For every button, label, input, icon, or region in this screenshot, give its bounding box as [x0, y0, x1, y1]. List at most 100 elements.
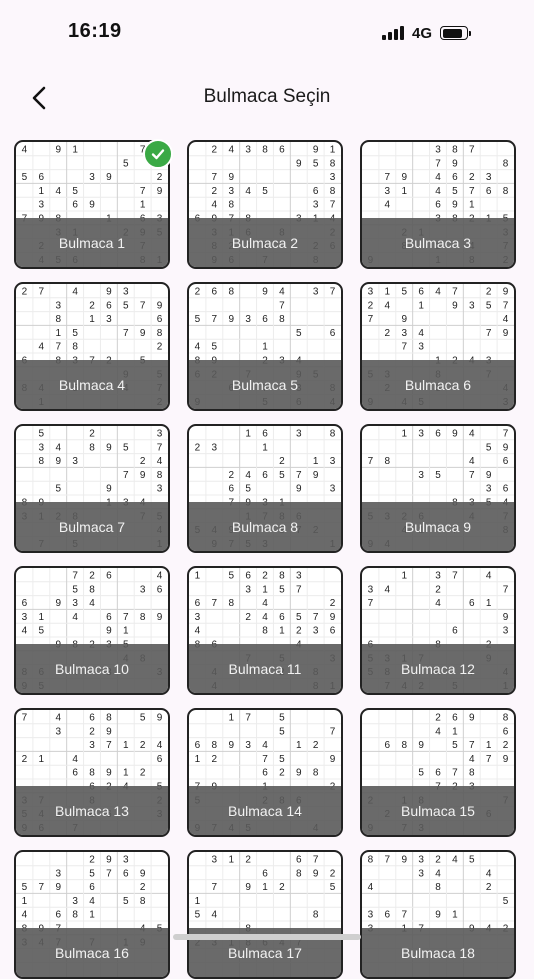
sudoku-digit: 5 — [296, 328, 302, 339]
sudoku-digit: 7 — [452, 571, 458, 582]
sudoku-digit: 2 — [212, 186, 218, 197]
sudoku-digit: 7 — [262, 754, 268, 765]
puzzle-card[interactable]: 7264583669343146789459198235488643395Bul… — [14, 566, 170, 695]
sudoku-digit: 7 — [123, 470, 129, 481]
sudoku-digit: 7 — [435, 158, 441, 169]
sudoku-digit: 8 — [330, 158, 336, 169]
sudoku-digit: 9 — [55, 882, 61, 893]
sudoku-digit: 4 — [503, 314, 509, 325]
sudoku-digit: 6 — [106, 300, 112, 311]
label-overlay — [16, 360, 168, 409]
sudoku-digit: 7 — [212, 882, 218, 893]
sudoku-digit: 4 — [55, 186, 61, 197]
sudoku-digit: 1 — [39, 186, 45, 197]
sudoku-digit: 4 — [195, 626, 201, 637]
sudoku-digit: 6 — [452, 713, 458, 724]
sudoku-digit: 3 — [245, 740, 251, 751]
sudoku-digit: 8 — [228, 287, 234, 298]
puzzle-card[interactable]: 2933576957962134584681897453477192Bulmac… — [14, 850, 170, 979]
puzzle-card[interactable]: 1562833157678423246579481236864753428481… — [187, 566, 343, 695]
sudoku-digit: 8 — [140, 896, 146, 907]
sudoku-digit: 1 — [262, 584, 268, 595]
sudoku-digit: 6 — [157, 584, 163, 595]
sudoku-digit: 4 — [262, 598, 268, 609]
label-overlay — [189, 786, 341, 835]
sudoku-digit: 8 — [401, 740, 407, 751]
sudoku-digit: 7 — [140, 186, 146, 197]
sudoku-digit: 3 — [368, 584, 374, 595]
sudoku-digit: 2 — [212, 145, 218, 156]
sudoku-digit: 4 — [157, 456, 163, 467]
puzzle-card[interactable]: 274933265798136157984782683725958454712B… — [14, 282, 170, 411]
puzzle-card[interactable]: 7468593293712421466891262453782543786396… — [14, 708, 170, 837]
sudoku-digit: 7 — [401, 342, 407, 353]
sudoku-digit: 9 — [55, 456, 61, 467]
sudoku-digit: 2 — [212, 754, 218, 765]
sudoku-digit: 9 — [296, 158, 302, 169]
sudoku-digit: 4 — [452, 855, 458, 866]
sudoku-digit: 4 — [435, 287, 441, 298]
sudoku-digit: 9 — [140, 868, 146, 879]
sudoku-digit: 4 — [486, 868, 492, 879]
sudoku-digit: 7 — [39, 882, 45, 893]
puzzle-card[interactable]: 3156472924193577942347973124353872349453… — [360, 282, 516, 411]
sudoku-digit: 2 — [22, 287, 28, 298]
sudoku-digit: 6 — [55, 910, 61, 921]
sudoku-digit: 5 — [195, 910, 201, 921]
puzzle-card[interactable]: 8793245344482536791317942Bulmaca 18 — [360, 850, 516, 979]
sudoku-digit: 3 — [245, 584, 251, 595]
puzzle-card[interactable]: 5233489578932479859389134312875734751Bul… — [14, 424, 170, 553]
sudoku-digit: 8 — [503, 713, 509, 724]
sudoku-digit: 1 — [296, 740, 302, 751]
sudoku-digit: 7 — [503, 300, 509, 311]
sudoku-digit: 4 — [212, 200, 218, 211]
sudoku-digit: 4 — [89, 896, 95, 907]
sudoku-digit: 2 — [22, 754, 28, 765]
sudoku-digit: 9 — [313, 145, 319, 156]
sudoku-digit: 9 — [228, 314, 234, 325]
sudoku-digit: 5 — [22, 882, 28, 893]
sudoku-digit: 6 — [123, 868, 129, 879]
sudoku-digit: 6 — [39, 172, 45, 183]
sudoku-digit: 6 — [435, 200, 441, 211]
sudoku-digit: 9 — [106, 287, 112, 298]
sudoku-digit: 3 — [401, 328, 407, 339]
puzzle-card[interactable]: 163823121324657965937931178654937297531B… — [187, 424, 343, 553]
sudoku-digit: 5 — [418, 768, 424, 779]
label-overlay — [16, 502, 168, 551]
sudoku-digit: 2 — [279, 768, 285, 779]
sudoku-digit: 9 — [157, 612, 163, 623]
sudoku-digit: 3 — [157, 429, 163, 440]
sudoku-digit: 6 — [106, 612, 112, 623]
sudoku-digit: 4 — [469, 456, 475, 467]
puzzle-card[interactable]: 31267689279125154882318647Bulmaca 17 — [187, 850, 343, 979]
label-overlay — [362, 786, 514, 835]
sudoku-digit: 9 — [140, 328, 146, 339]
sudoku-digit: 7 — [212, 172, 218, 183]
puzzle-card[interactable]: 137434277461963682531795847474251Bulmaca… — [360, 566, 516, 695]
sudoku-digit: 5 — [123, 896, 129, 907]
puzzle-card[interactable]: 2698416689571247956787232187216973Bulmac… — [360, 708, 516, 837]
puzzle-card[interactable]: 387798794623314576846913821521381479182B… — [360, 140, 516, 269]
sudoku-digit: 7 — [212, 598, 218, 609]
sudoku-digit: 1 — [401, 571, 407, 582]
sudoku-digit: 5 — [330, 882, 336, 893]
sudoku-digit: 9 — [503, 754, 509, 765]
sudoku-digit: 5 — [123, 442, 129, 453]
sudoku-digit: 2 — [89, 571, 95, 582]
sudoku-digit: 6 — [503, 456, 509, 467]
puzzle-card[interactable]: 1755768934121275962987912528682997454Bul… — [187, 708, 343, 837]
label-overlay — [16, 218, 168, 267]
sudoku-digit: 9 — [296, 768, 302, 779]
sudoku-digit: 9 — [452, 158, 458, 169]
sudoku-digit: 9 — [245, 882, 251, 893]
sudoku-digit: 7 — [123, 612, 129, 623]
sudoku-digit: 5 — [72, 328, 78, 339]
puzzle-card[interactable]: 1369475978463579368354532647417894Bulmac… — [360, 424, 516, 553]
puzzle-card[interactable]: 2438691958793234568483769783143168282452… — [187, 140, 343, 269]
sudoku-digit: 1 — [140, 200, 146, 211]
sudoku-digit: 3 — [313, 626, 319, 637]
puzzle-card[interactable]: 2689437757936856451892346279567389564Bul… — [187, 282, 343, 411]
sudoku-digit: 9 — [106, 768, 112, 779]
sudoku-digit: 2 — [157, 172, 163, 183]
